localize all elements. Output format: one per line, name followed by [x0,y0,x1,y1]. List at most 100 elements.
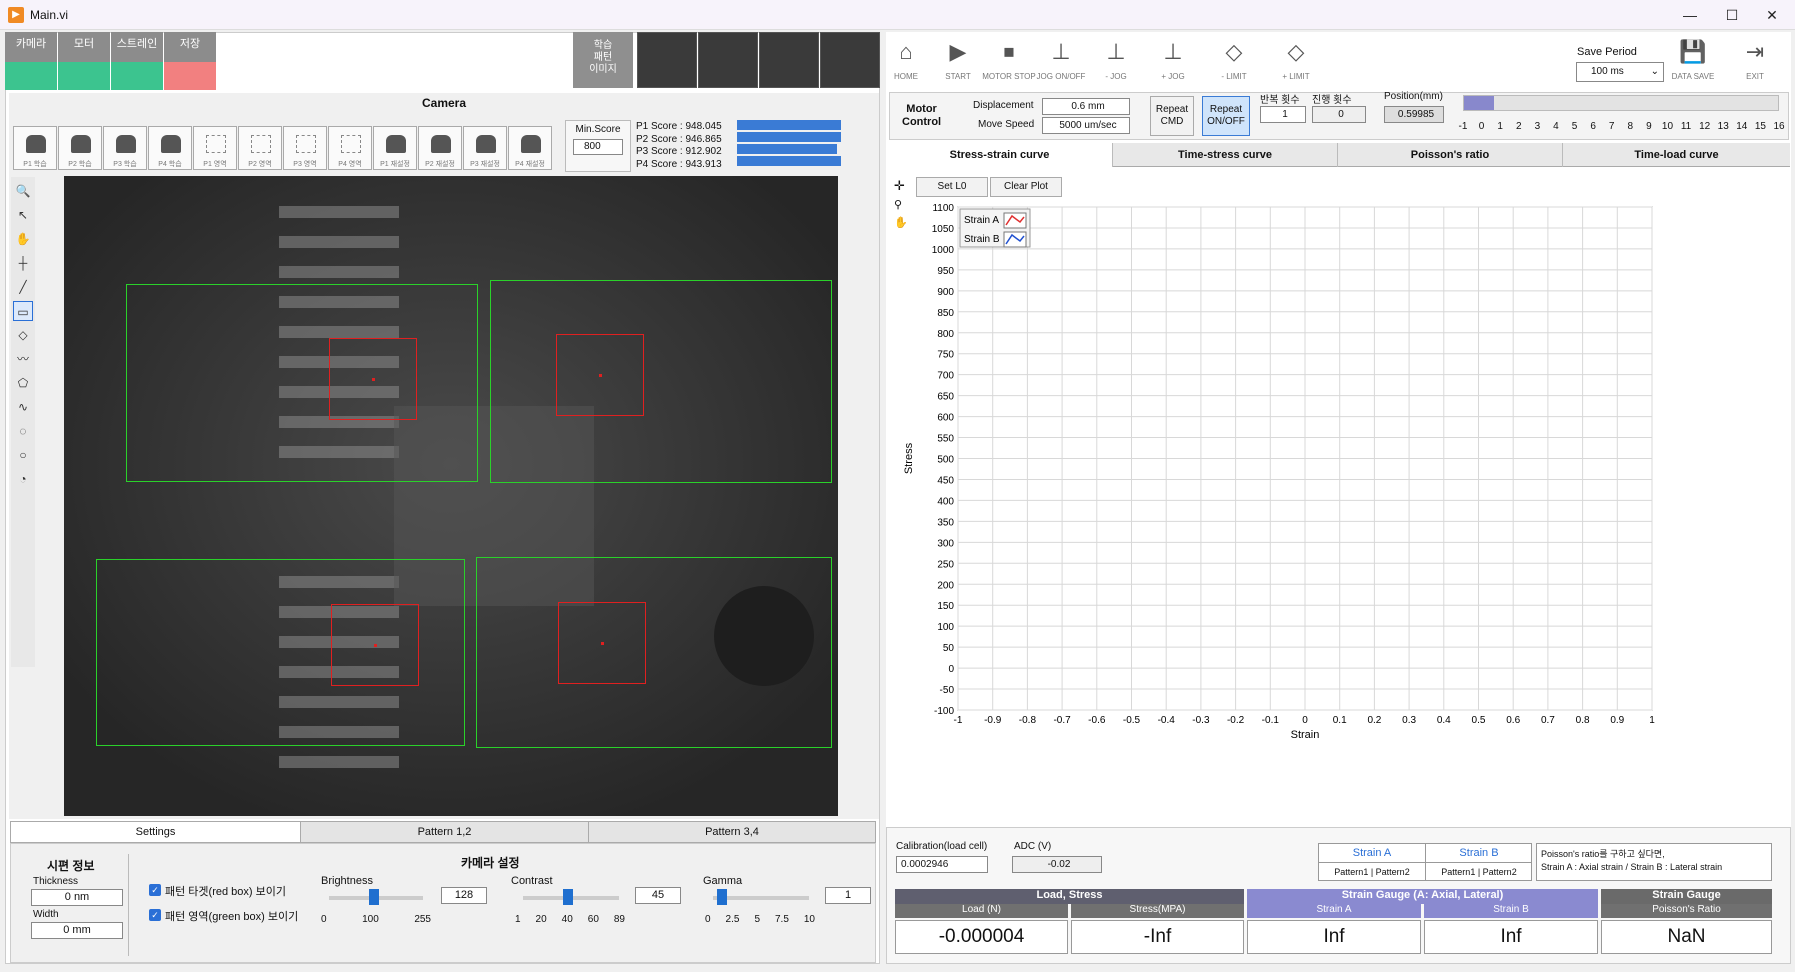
pattern-button-1[interactable]: P1 학습 [13,126,57,170]
repeat-cmd-button[interactable]: Repeat CMD [1150,96,1194,136]
contrast-label: Contrast [511,875,553,887]
region-select-icon [341,135,361,153]
pattern-button-6[interactable]: P2 영역 [238,126,282,170]
displacement-label: Displacement [973,100,1034,111]
home-button[interactable]: ⌂ HOME [878,36,934,81]
contrast-slider[interactable] [563,889,573,905]
close-button[interactable]: ✕ [1752,4,1792,26]
graph-crosshair-icon[interactable]: ✛ [894,178,905,194]
polyline-tool-icon[interactable]: 〰 [13,349,33,369]
limit-button[interactable]: ◇ - LIMIT [1206,36,1262,81]
score-value: 948.045 [685,121,722,132]
pattern-button-8[interactable]: P4 영역 [328,126,372,170]
show-red-checkbox[interactable]: ✓ [149,884,161,896]
position-display: 0.59985 [1384,106,1444,123]
camera-status-button[interactable]: 카메라 [5,32,57,90]
repeat-onoff-button[interactable]: Repeat ON/OFF [1202,96,1250,136]
x-tick-label: 0 [1302,715,1308,726]
pattern-button-11[interactable]: P3 재설정 [463,126,507,170]
limit-button[interactable]: ◇ + LIMIT [1268,36,1324,81]
score-bar-4 [737,156,841,166]
save-status-button[interactable]: 저장 [164,32,216,90]
rectangle-tool-icon[interactable]: ▭ [13,301,33,321]
toolbar-label: HOME [894,72,918,81]
gamma-input[interactable]: 1 [825,887,871,904]
pattern-button-10[interactable]: P2 재설정 [418,126,462,170]
pattern-button-2[interactable]: P2 학습 [58,126,102,170]
pattern-button-12[interactable]: P4 재설정 [508,126,552,170]
tick-label: 0 [705,914,711,925]
camera-image[interactable] [64,176,838,816]
rotated-rect-tool-icon[interactable]: ◇ [13,325,33,345]
save-period-select[interactable]: 100 ms ⌄ [1576,62,1664,82]
width-input[interactable]: 0 mm [31,922,123,939]
y-tick-label: 0 [948,664,954,675]
jog-on-off-button[interactable]: ⊥ JOG ON/OFF [1033,36,1089,81]
jog-button[interactable]: ⊥ - JOG [1088,36,1144,81]
brightness-input[interactable]: 128 [441,887,487,904]
freehand-line-icon[interactable]: ∿ [13,397,33,417]
position-tick-label: 16 [1773,121,1785,132]
jog-button[interactable]: ⊥ + JOG [1145,36,1201,81]
tab-settings[interactable]: Settings [11,822,301,842]
tab-time-load[interactable]: Time-load curve [1563,143,1790,167]
pointer-icon[interactable]: ↖ [13,205,33,225]
maximize-button[interactable]: ☐ [1712,4,1752,26]
poisson-note-line2: Strain A : Axial strain / Strain B : Lat… [1541,862,1723,872]
freehand-region-icon[interactable]: ◌ [13,421,33,441]
pattern-button-9[interactable]: P1 재설정 [373,126,417,170]
calibration-input[interactable]: 0.0002946 [896,856,988,873]
displacement-input[interactable]: 0.6 mm [1042,98,1130,115]
annulus-tool-icon[interactable]: ◔ [13,469,33,489]
set-l0-button[interactable]: Set L0 [916,177,988,197]
tab-time-stress[interactable]: Time-stress curve [1113,143,1338,167]
pan-hand-icon[interactable]: ✋ [13,229,33,249]
jog-onoff-icon: ⊥ [1051,39,1071,64]
oval-tool-icon[interactable]: ○ [13,445,33,465]
position-tick-label: 2 [1515,121,1522,132]
pattern-button-7[interactable]: P3 영역 [283,126,327,170]
pattern-label: Pattern1 [1334,867,1369,877]
show-green-checkbox[interactable]: ✓ [149,909,161,921]
strain-status-button[interactable]: 스트레인 [111,32,163,90]
line-tool-icon[interactable]: ╱ [13,277,33,297]
contrast-input[interactable]: 45 [635,887,681,904]
motor-status-button[interactable]: 모터 [58,32,110,90]
x-tick-label: -0.7 [1053,715,1071,726]
jog-plus-icon: ⊥ [1163,39,1183,64]
motor-indicator [58,62,110,90]
thickness-input[interactable]: 0 nm [31,889,123,906]
start-icon: ▶ [949,39,967,64]
start-button[interactable]: ▶ START [930,36,986,81]
clear-plot-button[interactable]: Clear Plot [990,177,1062,197]
tab-poisson[interactable]: Poisson's ratio [1338,143,1563,167]
pattern-button-5[interactable]: P1 영역 [193,126,237,170]
polygon-tool-icon[interactable]: ⬠ [13,373,33,393]
tab-stress-strain[interactable]: Stress-strain curve [887,143,1113,167]
data-save-button[interactable]: 💾 DATA SAVE [1665,36,1721,81]
x-tick-label: 0.6 [1506,715,1520,726]
tab-pattern-3-4[interactable]: Pattern 3,4 [589,822,875,842]
move-speed-input[interactable]: 5000 um/sec [1042,117,1130,134]
legend-label: Strain B [964,234,1000,245]
brightness-slider[interactable] [369,889,379,905]
repeat-count-input[interactable]: 1 [1260,106,1306,123]
gamma-ticks: 0 2.5 5 7.5 10 [705,914,815,925]
gamma-slider[interactable] [717,889,727,905]
motor-stop-button[interactable]: ⏹ MOTOR STOP [981,36,1037,81]
pattern-button-3[interactable]: P3 학습 [103,126,147,170]
minimize-button[interactable]: — [1670,4,1710,26]
exit-button[interactable]: ⇥ EXIT [1727,36,1783,81]
app-logo-icon: ▶ [8,7,24,23]
min-score-input[interactable]: 800 [573,139,623,155]
zoom-icon[interactable]: 🔍 [13,181,33,201]
crosshair-icon[interactable]: ┼ [13,253,33,273]
y-tick-label: 700 [937,371,954,382]
y-tick-label: 750 [937,350,954,361]
toolbar-label: JOG ON/OFF [1036,72,1086,81]
learn-cap-icon [386,135,406,153]
home-icon: ⌂ [899,39,913,64]
pattern-button-4[interactable]: P4 학습 [148,126,192,170]
tab-pattern-1-2[interactable]: Pattern 1,2 [301,822,589,842]
train-pattern-image-label: 학습 패턴 이미지 [573,32,633,88]
